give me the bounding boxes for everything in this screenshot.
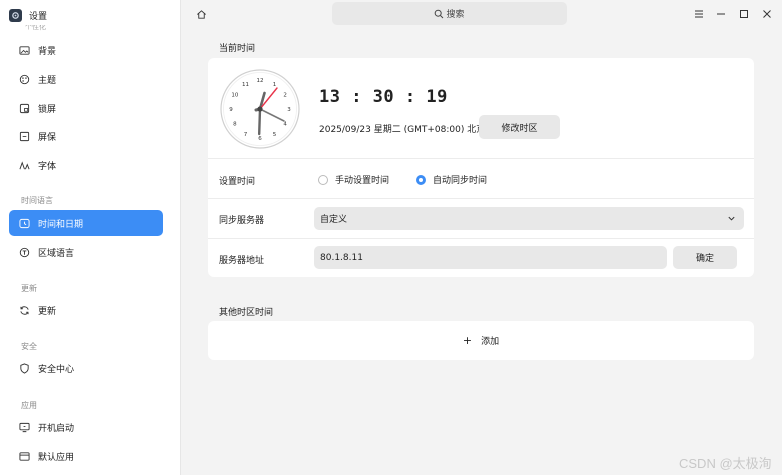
sidebar-item-label: 背景 <box>38 46 57 57</box>
radio-circle-checked <box>416 174 426 185</box>
sidebar-item-startup[interactable]: 开机启动 <box>9 414 163 440</box>
clock-numeral: 7 <box>244 132 248 138</box>
analog-clock: 12 12 3 45 6 7 8 9 10 11 <box>220 69 300 149</box>
sidebar-item-default-apps[interactable]: 默认应用 <box>9 443 163 469</box>
clock-numeral: 4 <box>283 122 287 128</box>
clock-numeral: 12 <box>257 78 264 84</box>
server-address-label: 服务器地址 <box>219 256 265 266</box>
sidebar-item-label: 屏保 <box>38 132 57 143</box>
clock-numeral: 11 <box>242 82 249 88</box>
image-icon <box>18 44 30 56</box>
sidebar-item-datetime[interactable]: 时间和日期 <box>9 210 163 236</box>
sidebar-item-label: 时间和日期 <box>38 219 84 230</box>
divider <box>208 198 754 199</box>
sync-server-select[interactable]: 自定义 <box>314 207 744 230</box>
maximize-icon <box>740 10 748 18</box>
default-apps-icon <box>18 450 30 462</box>
plus-icon: + <box>462 334 473 347</box>
group-label-personalization: 个性化 <box>25 25 46 31</box>
shield-icon <box>18 362 30 374</box>
set-time-label: 设置时间 <box>219 177 256 187</box>
clock-numeral: 2 <box>283 93 287 99</box>
clock-numeral: 9 <box>229 107 233 113</box>
clock-numeral: 3 <box>287 107 291 113</box>
sidebar-item-label: 默认应用 <box>38 452 75 463</box>
clock-numeral: 5 <box>273 132 277 138</box>
current-time: 13 : 30 : 19 <box>319 87 448 107</box>
home-button[interactable] <box>194 7 208 21</box>
section-title-other-timezones: 其他时区时间 <box>219 308 274 318</box>
sidebar-item-label: 开机启动 <box>38 423 75 434</box>
clock-numeral: 1 <box>273 82 277 88</box>
section-title-current-time: 当前时间 <box>219 44 256 54</box>
minimize-icon <box>717 13 725 15</box>
sidebar-item-update[interactable]: 更新 <box>9 297 163 323</box>
clock-numeral: 10 <box>231 93 238 99</box>
settings-app-icon <box>9 8 22 22</box>
divider <box>208 158 754 159</box>
input-value: 80.1.8.11 <box>320 252 363 263</box>
globe-icon <box>18 246 30 258</box>
group-label-apps: 应用 <box>21 401 37 410</box>
menu-button[interactable] <box>692 7 706 21</box>
change-timezone-button[interactable]: 修改时区 <box>479 115 560 139</box>
sidebar-item-screensaver[interactable]: 屏保 <box>9 123 163 149</box>
startup-icon <box>18 421 30 433</box>
minute-hand <box>258 107 262 136</box>
search-placeholder: 搜索 <box>446 10 465 20</box>
home-icon <box>196 9 206 19</box>
clock-numeral: 6 <box>258 136 262 142</box>
sidebar-item-background[interactable]: 背景 <box>9 37 163 63</box>
close-button[interactable] <box>760 7 774 21</box>
select-value: 自定义 <box>320 215 348 225</box>
lock-screen-icon <box>18 102 30 114</box>
clock-numeral: 8 <box>233 122 237 128</box>
refresh-icon <box>18 304 30 316</box>
divider <box>208 238 754 239</box>
confirm-button[interactable]: 确定 <box>673 246 737 269</box>
app-title: 设置 <box>29 11 48 22</box>
chevron-down-icon <box>728 216 735 221</box>
palette-icon <box>18 73 30 85</box>
sidebar-item-label: 主题 <box>38 75 57 86</box>
sidebar-item-label: 更新 <box>38 306 57 317</box>
sync-server-label: 同步服务器 <box>219 216 265 226</box>
group-label-time-language: 时间语言 <box>21 196 53 205</box>
minimize-button[interactable] <box>714 7 728 21</box>
sidebar-item-label: 字体 <box>38 161 57 172</box>
sidebar-item-label: 锁屏 <box>38 104 57 115</box>
add-timezone-button[interactable]: + 添加 <box>208 321 754 360</box>
search-input[interactable]: 搜索 <box>332 2 567 25</box>
group-label-security: 安全 <box>21 342 37 351</box>
radio-circle <box>318 174 328 185</box>
search-icon <box>435 9 444 18</box>
sidebar-item-font[interactable]: 字体 <box>9 152 163 178</box>
font-icon <box>18 159 30 171</box>
watermark: CSDN @太极洵 <box>679 456 772 471</box>
group-label-update: 更新 <box>21 284 37 293</box>
radio-label: 自动同步时间 <box>433 176 488 186</box>
sidebar-item-region-language[interactable]: 区域语言 <box>9 239 163 265</box>
clock-icon <box>18 217 30 229</box>
manual-time-radio[interactable]: 手动设置时间 <box>318 173 389 186</box>
sidebar-item-theme[interactable]: 主题 <box>9 66 163 92</box>
sidebar-item-lockscreen[interactable]: 锁屏 <box>9 95 163 121</box>
server-address-input[interactable]: 80.1.8.11 <box>314 246 667 269</box>
hamburger-icon <box>695 10 703 18</box>
current-date: 2025/09/23 星期二 (GMT+08:00) 北京 <box>319 125 486 135</box>
radio-label: 手动设置时间 <box>335 176 390 186</box>
sidebar-item-security-center[interactable]: 安全中心 <box>9 355 163 381</box>
close-icon <box>763 10 771 18</box>
sidebar-item-label: 区域语言 <box>38 248 75 259</box>
maximize-button[interactable] <box>737 7 751 21</box>
screensaver-icon <box>18 130 30 142</box>
sidebar: 设置 个性化 背景 主题 锁屏 屏保 字体 时间语言 时间和日期 区域语言 更新… <box>0 0 181 475</box>
sidebar-item-label: 安全中心 <box>38 364 75 375</box>
auto-sync-radio[interactable]: 自动同步时间 <box>416 173 487 186</box>
add-label: 添加 <box>481 337 500 347</box>
